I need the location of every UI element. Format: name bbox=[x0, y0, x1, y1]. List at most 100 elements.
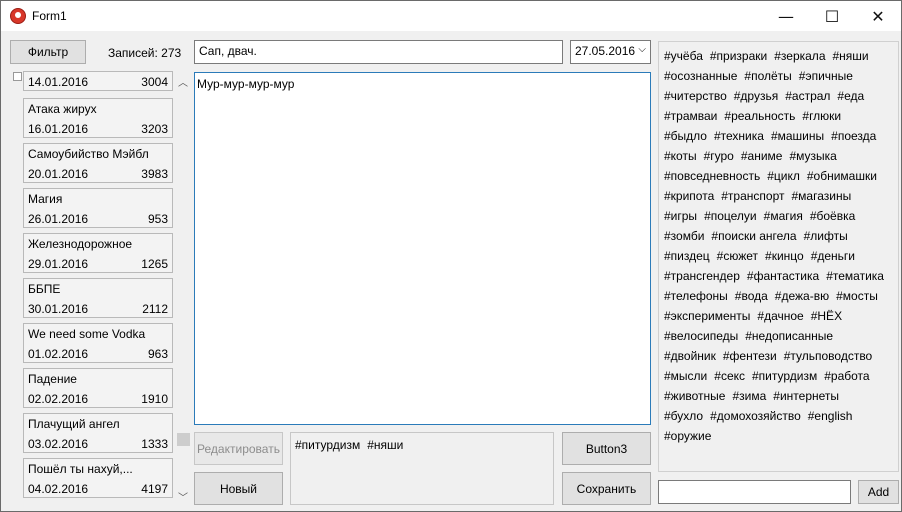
tag-link[interactable]: #астрал bbox=[785, 86, 830, 106]
list-item[interactable]: Атака жирух 16.01.2016 3203 bbox=[23, 98, 173, 138]
tag-link[interactable]: #дачное bbox=[757, 306, 803, 326]
current-tag[interactable]: #питурдизм bbox=[295, 438, 360, 452]
save-button[interactable]: Сохранить bbox=[562, 472, 651, 505]
tag-link[interactable]: #english bbox=[808, 406, 853, 426]
tag-link[interactable]: #бухло bbox=[664, 406, 703, 426]
tag-link[interactable]: #сюжет bbox=[717, 246, 758, 266]
tag-link[interactable]: #домохозяйство bbox=[710, 406, 801, 426]
tag-link[interactable]: #недописанные bbox=[745, 326, 833, 346]
tag-link[interactable]: #зеркала bbox=[774, 46, 825, 66]
tag-link[interactable]: #трамваи bbox=[664, 106, 717, 126]
tag-link[interactable]: #еда bbox=[837, 86, 864, 106]
date-picker[interactable]: 27.05.2016 ⌵ bbox=[570, 40, 651, 64]
button3[interactable]: Button3 bbox=[562, 432, 651, 465]
tag-link[interactable]: #вода bbox=[735, 286, 768, 306]
tag-link[interactable]: #трансгендер bbox=[664, 266, 740, 286]
tag-link[interactable]: #фантастика bbox=[747, 266, 819, 286]
tag-link[interactable]: #читерство bbox=[664, 86, 727, 106]
tag-link[interactable]: #боёвка bbox=[810, 206, 855, 226]
list-item-count: 1265 bbox=[141, 257, 168, 271]
tag-link[interactable]: #аниме bbox=[741, 146, 783, 166]
tag-link[interactable]: #деньги bbox=[811, 246, 855, 266]
minimize-button[interactable]: — bbox=[763, 1, 809, 31]
tag-link[interactable]: #дежа-вю bbox=[775, 286, 829, 306]
tag-link[interactable]: #поцелуи bbox=[704, 206, 757, 226]
tag-link[interactable]: #работа bbox=[824, 366, 869, 386]
tag-link[interactable]: #глюки bbox=[802, 106, 841, 126]
tag-link[interactable]: #магазины bbox=[791, 186, 851, 206]
tag-link[interactable]: #тематика bbox=[826, 266, 884, 286]
tag-link[interactable]: #велосипеды bbox=[664, 326, 738, 346]
list-item[interactable]: Магия 26.01.2016 953 bbox=[23, 188, 173, 228]
tag-link[interactable]: #животные bbox=[664, 386, 725, 406]
tag-link[interactable]: #оружие bbox=[664, 426, 711, 446]
window-title: Form1 bbox=[32, 9, 67, 23]
tag-link[interactable]: #магия bbox=[764, 206, 803, 226]
tag-link[interactable]: #зомби bbox=[664, 226, 704, 246]
scrollbar-thumb[interactable] bbox=[177, 433, 190, 446]
scroll-down-icon[interactable]: ﹀ bbox=[176, 489, 190, 504]
tag-link[interactable]: #поезда bbox=[831, 126, 876, 146]
tag-link[interactable]: #лифты bbox=[804, 226, 848, 246]
body-textarea[interactable]: Мур-мур-мур-мур bbox=[194, 72, 651, 425]
tag-link[interactable]: #интернеты bbox=[773, 386, 839, 406]
tag-link[interactable]: #машины bbox=[771, 126, 824, 146]
filter-button[interactable]: Фильтр bbox=[10, 40, 86, 64]
tag-link[interactable]: #повседневность bbox=[664, 166, 760, 186]
list-item[interactable]: Падение 02.02.2016 1910 bbox=[23, 368, 173, 408]
tag-link[interactable]: #эпичные bbox=[799, 66, 853, 86]
tag-link[interactable]: #фентези bbox=[723, 346, 777, 366]
tag-link[interactable]: #учёба bbox=[664, 46, 703, 66]
tag-link[interactable]: #друзья bbox=[734, 86, 778, 106]
tag-link[interactable]: #игры bbox=[664, 206, 697, 226]
scroll-up-icon[interactable]: ︿ bbox=[176, 74, 190, 89]
tag-link[interactable]: #техника bbox=[714, 126, 764, 146]
tag-link[interactable]: #коты bbox=[664, 146, 697, 166]
tag-link[interactable]: #телефоны bbox=[664, 286, 728, 306]
list-item[interactable]: We need some Vodka 01.02.2016 963 bbox=[23, 323, 173, 363]
tag-link[interactable]: #мысли bbox=[664, 366, 707, 386]
maximize-button[interactable]: ☐ bbox=[809, 1, 855, 31]
tag-link[interactable]: #быдло bbox=[664, 126, 707, 146]
list-item-date: 14.01.2016 bbox=[28, 75, 89, 89]
tag-link[interactable]: #поиски ангела bbox=[711, 226, 796, 246]
tag-link[interactable]: #транспорт bbox=[721, 186, 784, 206]
tag-link[interactable]: #двойник bbox=[664, 346, 716, 366]
tag-link[interactable]: #осознанные bbox=[664, 66, 737, 86]
title-input[interactable]: Сап, двач. bbox=[194, 40, 563, 64]
tag-link[interactable]: #цикл bbox=[767, 166, 800, 186]
list-item-count: 3983 bbox=[141, 167, 168, 181]
add-tag-button[interactable]: Add bbox=[858, 480, 899, 504]
tag-link[interactable]: #эксперименты bbox=[664, 306, 750, 326]
new-tag-input[interactable] bbox=[658, 480, 851, 504]
tag-link[interactable]: #реальность bbox=[724, 106, 795, 126]
tag-link[interactable]: #пиздец bbox=[664, 246, 710, 266]
list-item[interactable]: ББПЕ 30.01.2016 2112 bbox=[23, 278, 173, 318]
tag-link[interactable]: #мосты bbox=[836, 286, 878, 306]
tag-link[interactable]: #обнимашки bbox=[807, 166, 877, 186]
tag-link[interactable]: #няши bbox=[833, 46, 869, 66]
list-item[interactable]: 14.01.2016 3004 bbox=[23, 71, 173, 91]
list-item[interactable]: Самоубийство Мэйбл 20.01.2016 3983 bbox=[23, 143, 173, 183]
tag-link[interactable]: #зима bbox=[732, 386, 766, 406]
list-item[interactable]: Железнодорожное 29.01.2016 1265 bbox=[23, 233, 173, 273]
tag-link[interactable]: #гуро bbox=[704, 146, 734, 166]
tag-link[interactable]: #призраки bbox=[710, 46, 767, 66]
current-tag[interactable]: #няши bbox=[367, 438, 403, 452]
tag-link[interactable]: #секс bbox=[714, 366, 745, 386]
tag-link[interactable]: #питурдизм bbox=[752, 366, 817, 386]
tag-link[interactable]: #НЁХ bbox=[811, 306, 842, 326]
edit-button[interactable]: Редактировать bbox=[194, 432, 283, 465]
chevron-down-icon[interactable]: ⌵ bbox=[638, 44, 646, 55]
close-button[interactable]: ✕ bbox=[855, 1, 901, 31]
tag-link[interactable]: #полёты bbox=[744, 66, 791, 86]
tag-link[interactable]: #кинцо bbox=[765, 246, 804, 266]
tag-link[interactable]: #крипота bbox=[664, 186, 714, 206]
tag-link[interactable]: #тульповодство bbox=[784, 346, 873, 366]
list-item[interactable]: Пошёл ты нахуй,... 04.02.2016 4197 bbox=[23, 458, 173, 498]
records-list[interactable]: 14.01.2016 3004 Атака жирух 16.01.2016 320… bbox=[11, 71, 190, 504]
list-marker bbox=[13, 72, 22, 81]
tag-link[interactable]: #музыка bbox=[789, 146, 836, 166]
list-item[interactable]: Плачущий ангел 03.02.2016 1333 bbox=[23, 413, 173, 453]
new-button[interactable]: Новый bbox=[194, 472, 283, 505]
